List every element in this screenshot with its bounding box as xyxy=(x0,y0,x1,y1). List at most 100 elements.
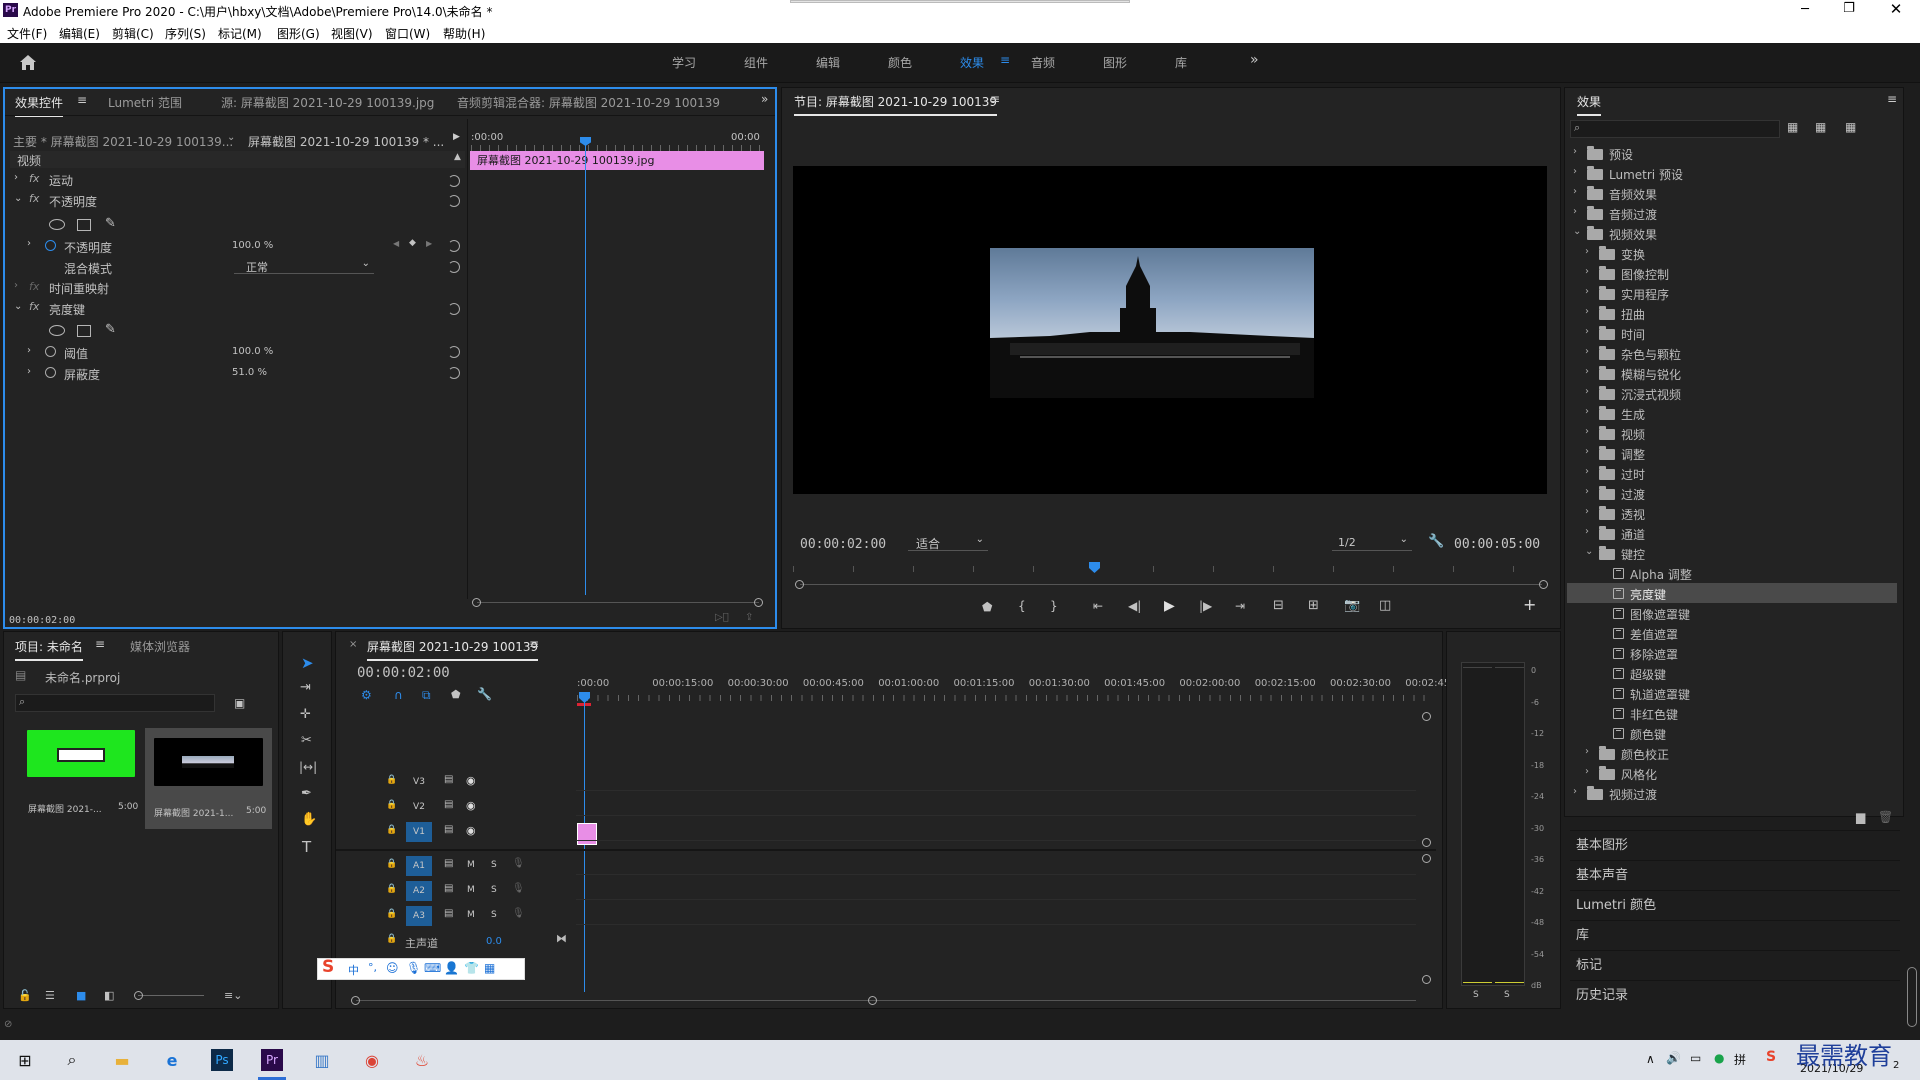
chevron-right-icon[interactable]: › xyxy=(1585,446,1589,457)
ime-toolbox-icon[interactable]: ▦ xyxy=(484,961,495,975)
effects-tree-item[interactable]: › 颜色校正 xyxy=(1567,743,1897,763)
sequence-menu-icon[interactable]: ≡ xyxy=(529,637,539,651)
ime-user-icon[interactable]: 👤 xyxy=(444,961,459,975)
zoom-slider-handle[interactable] xyxy=(134,991,143,1000)
track-lane[interactable] xyxy=(576,874,1416,875)
fx-badge-opacity[interactable]: fx xyxy=(29,192,39,205)
effects-tree-item[interactable]: 轨道遮罩键 xyxy=(1567,683,1897,703)
mark-out-icon[interactable]: } xyxy=(1050,599,1058,613)
chevron-right-icon[interactable]: › xyxy=(1585,266,1589,277)
chevron-right-icon[interactable]: › xyxy=(1585,286,1589,297)
close-button[interactable]: ✕ xyxy=(1886,0,1906,18)
tab-effect-controls[interactable]: 效果控件 xyxy=(15,94,64,117)
stopwatch-threshold-icon[interactable] xyxy=(45,346,56,357)
chevron-down-icon[interactable]: ⌄ xyxy=(1573,226,1581,237)
program-timecode[interactable]: 00:00:02:00 xyxy=(800,537,886,552)
menu-clip[interactable]: 剪辑(C) xyxy=(112,25,154,42)
track-target-audio[interactable]: A2 xyxy=(406,881,432,901)
tray-network-icon[interactable]: ▭ xyxy=(1690,1051,1701,1065)
pen-tool-icon[interactable]: ✒ xyxy=(301,786,312,801)
track-lock-icon[interactable]: 🔒 xyxy=(386,775,397,785)
workspace-effects[interactable]: 效果 xyxy=(960,54,984,71)
collapse-opacity-icon[interactable]: ⌄ xyxy=(14,193,22,204)
program-zoom-start-handle[interactable] xyxy=(795,580,804,589)
workspace-editing[interactable]: 编辑 xyxy=(816,54,840,71)
effects-tree-item[interactable]: 图像遮罩键 xyxy=(1567,603,1897,623)
chevron-right-icon[interactable]: › xyxy=(1585,746,1589,757)
reset-blend-icon[interactable] xyxy=(448,261,460,273)
effects-tree-item[interactable]: › 预设 xyxy=(1567,143,1897,163)
sequence-tab[interactable]: 屏幕截图 2021-10-29 100139 xyxy=(367,638,539,661)
effects-tree-item[interactable]: › 沉浸式视频 xyxy=(1567,383,1897,403)
chevron-right-icon[interactable]: › xyxy=(1573,146,1577,157)
mute-button[interactable]: M xyxy=(467,860,475,870)
microphone-icon[interactable]: 🎙 xyxy=(512,858,525,869)
ime-punct-icon[interactable]: °, xyxy=(368,961,377,974)
reset-cutoff-icon[interactable] xyxy=(448,367,460,379)
premiere-taskbar-icon[interactable]: Pr xyxy=(261,1049,283,1071)
toggle-sync-lock-icon[interactable]: ▤ xyxy=(444,774,453,785)
menu-sequence[interactable]: 序列(S) xyxy=(165,25,206,42)
edge-browser-icon[interactable]: e xyxy=(157,1045,187,1075)
menu-view[interactable]: 视图(V) xyxy=(331,25,373,42)
solo-left-button[interactable]: S xyxy=(1473,990,1479,1000)
mini-clip-bar[interactable]: 屏幕截图 2021-10-29 100139.jpg xyxy=(470,151,764,170)
rectangle-mask-luma-icon[interactable] xyxy=(77,325,91,337)
stopwatch-opacity-icon[interactable] xyxy=(45,240,56,251)
pen-mask-icon[interactable]: ✎ xyxy=(105,216,116,231)
step-back-icon[interactable]: ◀| xyxy=(1128,599,1141,613)
chevron-down-icon[interactable]: ⌄ xyxy=(1585,546,1593,557)
notification-badge[interactable]: 2 xyxy=(1893,1060,1899,1071)
solo-button[interactable]: S xyxy=(491,910,497,920)
chevron-right-icon[interactable]: › xyxy=(1585,366,1589,377)
track-lock-icon[interactable]: 🔒 xyxy=(386,825,397,835)
chevron-right-icon[interactable]: › xyxy=(1585,346,1589,357)
toggle-sync-lock-icon[interactable]: ▤ xyxy=(444,908,453,919)
comparison-view-icon[interactable]: ◫ xyxy=(1379,598,1391,613)
go-to-end-icon[interactable]: ⧓ xyxy=(556,932,567,945)
effects-tree-item[interactable]: › 透视 xyxy=(1567,503,1897,523)
timeline-hscroll-end[interactable] xyxy=(868,996,877,1005)
track-lane[interactable] xyxy=(576,840,1416,841)
timeline-vscroll-mid[interactable] xyxy=(1422,838,1431,847)
chevron-right-icon[interactable]: › xyxy=(1573,206,1577,217)
effects-tree-item[interactable]: › 调整 xyxy=(1567,443,1897,463)
eye-icon[interactable]: ◉ xyxy=(466,799,476,812)
razor-tool-icon[interactable]: ✂ xyxy=(301,733,312,748)
maximize-button[interactable]: ❐ xyxy=(1839,1,1859,16)
v1-clip[interactable] xyxy=(577,823,597,845)
reset-threshold-icon[interactable] xyxy=(448,346,460,358)
chevron-right-icon[interactable]: › xyxy=(1585,506,1589,517)
toggle-sync-lock-icon[interactable]: ▤ xyxy=(444,824,453,835)
solo-button[interactable]: S xyxy=(491,885,497,895)
effects-tree-item[interactable]: 非红色键 xyxy=(1567,703,1897,723)
track-lane[interactable] xyxy=(576,815,1416,816)
ime-chinese-icon[interactable]: 中 xyxy=(348,962,359,978)
ellipse-mask-luma-icon[interactable] xyxy=(49,325,65,336)
fit-select[interactable]: 适合 ⌄ xyxy=(908,534,988,551)
fx-badge-luma-key[interactable]: fx xyxy=(29,300,39,313)
effects-tree-item[interactable]: 颜色键 xyxy=(1567,723,1897,743)
blend-mode-select[interactable]: 正常 ⌄ xyxy=(234,258,374,274)
effects-tree-item[interactable]: › 风格化 xyxy=(1567,763,1897,783)
tray-sogou-icon[interactable]: S xyxy=(1766,1049,1776,1065)
delete-icon[interactable]: 🗑 xyxy=(1878,810,1893,824)
effects-tree-item[interactable]: › 杂色与颗粒 xyxy=(1567,343,1897,363)
filter-icon[interactable]: ▷⃣ xyxy=(715,612,729,623)
lift-icon[interactable]: ⊟ xyxy=(1273,598,1284,613)
timeline-playhead[interactable] xyxy=(584,702,585,992)
track-lane[interactable] xyxy=(576,899,1416,900)
reset-motion-icon[interactable] xyxy=(448,175,460,187)
program-menu-icon[interactable]: ≡ xyxy=(990,92,1000,106)
stopwatch-cutoff-icon[interactable] xyxy=(45,367,56,378)
expand-time-remap-icon[interactable]: › xyxy=(14,280,18,291)
chevron-right-icon[interactable]: › xyxy=(1585,306,1589,317)
archive-app-icon[interactable]: ▥ xyxy=(307,1045,337,1075)
minimize-button[interactable]: ─ xyxy=(1795,2,1815,17)
close-sequence-icon[interactable]: × xyxy=(349,639,357,650)
chevron-right-icon[interactable]: › xyxy=(1585,466,1589,477)
track-target-video[interactable]: V1 xyxy=(406,822,432,842)
effects-tree-item[interactable]: 差值遮罩 xyxy=(1567,623,1897,643)
effects-tree-item[interactable]: › 视频过渡 xyxy=(1567,783,1897,803)
tab-source[interactable]: 源: 屏幕截图 2021-10-29 100139.jpg xyxy=(221,94,434,111)
